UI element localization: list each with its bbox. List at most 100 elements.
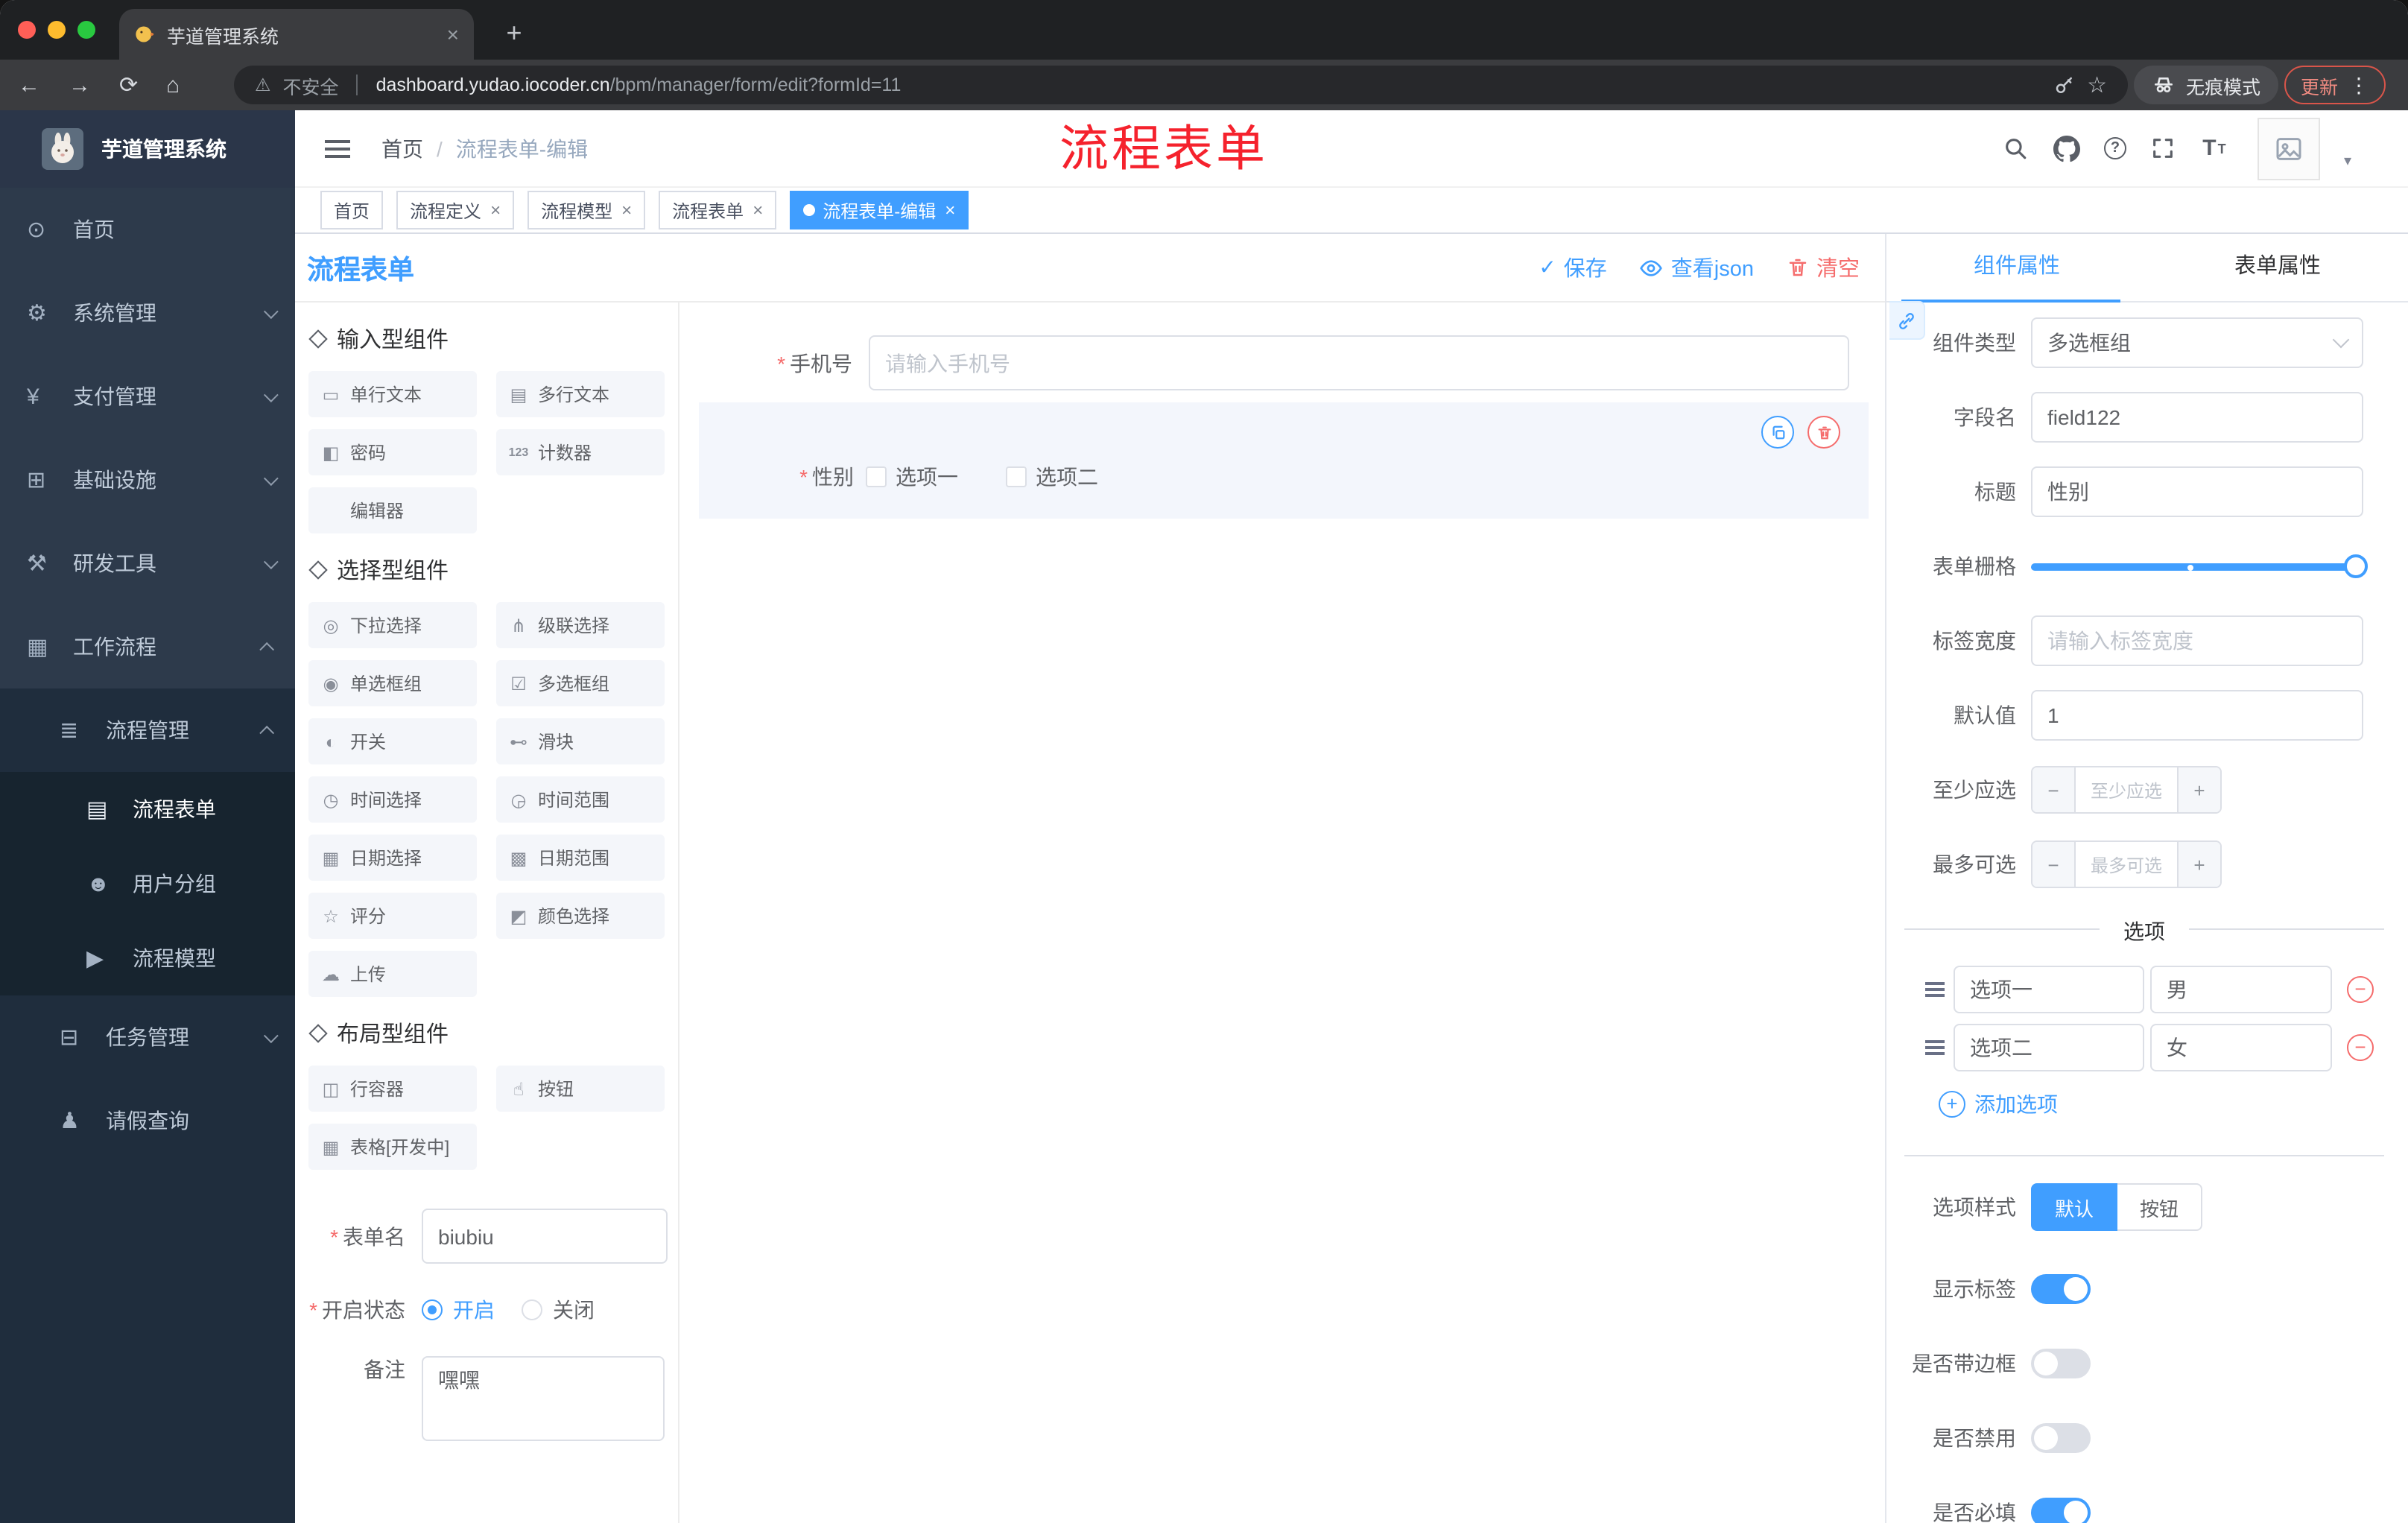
- tag-home[interactable]: 首页: [320, 191, 384, 229]
- title-input[interactable]: [2031, 466, 2363, 517]
- palette-item-slider[interactable]: ⊷ 滑块: [496, 718, 665, 764]
- password-key-icon[interactable]: [2053, 74, 2075, 96]
- decrease-button[interactable]: −: [2032, 842, 2076, 887]
- drag-handle-icon[interactable]: [1922, 988, 1946, 991]
- menu-kebab-icon[interactable]: ⋮: [2348, 72, 2369, 98]
- status-on-label[interactable]: 开启: [453, 1295, 495, 1325]
- component-type-select[interactable]: 多选框组: [2031, 317, 2363, 368]
- show-label-switch[interactable]: [2031, 1274, 2091, 1304]
- sidebar-item-process-model[interactable]: ▶ 流程模型: [0, 921, 295, 995]
- palette-item-password[interactable]: ◧ 密码: [308, 429, 477, 475]
- fullscreen-icon[interactable]: [2150, 135, 2177, 162]
- bookmark-star-icon[interactable]: ☆: [2087, 72, 2107, 98]
- help-icon[interactable]: ?: [2103, 137, 2126, 159]
- gender-option-2[interactable]: 选项二: [1006, 462, 1098, 492]
- sidebar-item-leave-query[interactable]: ♟ 请假查询: [0, 1079, 295, 1162]
- remove-option-icon[interactable]: −: [2347, 1034, 2374, 1061]
- github-icon[interactable]: [2053, 135, 2080, 162]
- tab-form-props[interactable]: 表单属性: [2147, 234, 2408, 301]
- label-width-input[interactable]: [2031, 615, 2363, 666]
- reload-icon[interactable]: ⟳: [119, 72, 138, 98]
- disabled-switch[interactable]: [2031, 1423, 2091, 1453]
- border-switch[interactable]: [2031, 1349, 2091, 1378]
- sidebar-item-system[interactable]: ⚙ 系统管理: [0, 271, 295, 355]
- app-logo[interactable]: 芋道管理系统: [0, 110, 295, 188]
- option-label-input[interactable]: [1954, 1024, 2144, 1071]
- close-icon[interactable]: ×: [621, 200, 632, 221]
- sidebar-item-process-mgmt[interactable]: ≣ 流程管理: [0, 688, 295, 772]
- browser-tab[interactable]: 芋道管理系统 ×: [119, 9, 474, 60]
- palette-item-cascader[interactable]: ⋔ 级联选择: [496, 602, 665, 648]
- palette-item-time-picker[interactable]: ◷ 时间选择: [308, 776, 477, 823]
- sidebar-item-process-form[interactable]: ▤ 流程表单: [0, 772, 295, 846]
- form-remark-textarea[interactable]: 嘿嘿: [422, 1356, 665, 1441]
- tag-process-form[interactable]: 流程表单 ×: [659, 191, 777, 229]
- zoom-window-button[interactable]: [77, 21, 95, 39]
- max-select-input[interactable]: [2076, 842, 2177, 887]
- view-json-button[interactable]: 查看json: [1640, 252, 1754, 283]
- sidebar-item-workflow[interactable]: ▦ 工作流程: [0, 605, 295, 688]
- sidebar-item-infrastructure[interactable]: ⊞ 基础设施: [0, 438, 295, 522]
- palette-item-date-picker[interactable]: ▦ 日期选择: [308, 835, 477, 881]
- form-name-input[interactable]: [422, 1209, 668, 1264]
- close-icon[interactable]: ×: [490, 200, 501, 221]
- palette-item-upload[interactable]: ☁ 上传: [308, 951, 477, 997]
- copy-field-button[interactable]: [1761, 416, 1794, 449]
- checkbox-icon[interactable]: [1006, 466, 1027, 487]
- avatar[interactable]: [2257, 117, 2320, 180]
- sidebar-item-home[interactable]: ⊙ 首页: [0, 188, 295, 271]
- palette-item-table[interactable]: ▦ 表格[开发中]: [308, 1124, 477, 1170]
- close-icon[interactable]: ×: [752, 200, 763, 221]
- forward-icon[interactable]: →: [69, 72, 91, 98]
- decrease-button[interactable]: −: [2032, 767, 2076, 812]
- palette-item-color-picker[interactable]: ◩ 颜色选择: [496, 893, 665, 939]
- min-select-input[interactable]: [2076, 767, 2177, 812]
- tag-process-model[interactable]: 流程模型 ×: [527, 191, 646, 229]
- browser-update-button[interactable]: 更新 ⋮: [2284, 66, 2386, 104]
- palette-item-date-range[interactable]: ▩ 日期范围: [496, 835, 665, 881]
- sidebar-item-devtools[interactable]: ⚒ 研发工具: [0, 522, 295, 605]
- option-label-input[interactable]: [1954, 966, 2144, 1013]
- breadcrumb-home[interactable]: 首页: [381, 133, 423, 163]
- option-value-input[interactable]: [2150, 966, 2332, 1013]
- option-value-input[interactable]: [2150, 1024, 2332, 1071]
- add-option-button[interactable]: + 添加选项: [1939, 1089, 2384, 1119]
- form-canvas[interactable]: *手机号 *性别 选项一 选项二: [679, 303, 1885, 1523]
- palette-item-rate[interactable]: ☆ 评分: [308, 893, 477, 939]
- increase-button[interactable]: +: [2177, 842, 2220, 887]
- style-default-button[interactable]: 默认: [2031, 1183, 2118, 1231]
- slider-handle[interactable]: [2344, 554, 2368, 578]
- close-icon[interactable]: ×: [945, 200, 955, 221]
- delete-field-button[interactable]: [1807, 416, 1840, 449]
- search-icon[interactable]: [2003, 135, 2030, 162]
- palette-item-textarea[interactable]: ▤ 多行文本: [496, 371, 665, 417]
- palette-item-button[interactable]: ☝ 按钮: [496, 1066, 665, 1112]
- status-off-radio[interactable]: [522, 1299, 542, 1320]
- remove-option-icon[interactable]: −: [2347, 976, 2374, 1003]
- sidebar-item-task-mgmt[interactable]: ⊟ 任务管理: [0, 995, 295, 1079]
- collapse-handle[interactable]: [1889, 301, 1925, 340]
- save-button[interactable]: ✓ 保存: [1539, 252, 1606, 283]
- phone-input[interactable]: [869, 335, 1849, 390]
- back-icon[interactable]: ←: [18, 72, 40, 98]
- palette-item-switch[interactable]: ◐ 开关: [308, 718, 477, 764]
- sidebar-item-user-group[interactable]: ☻ 用户分组: [0, 846, 295, 921]
- status-off-label[interactable]: 关闭: [553, 1295, 595, 1325]
- sidebar-toggle-button[interactable]: [319, 130, 355, 166]
- minimize-window-button[interactable]: [48, 21, 66, 39]
- tab-component-props[interactable]: 组件属性: [1886, 234, 2147, 303]
- palette-item-time-range[interactable]: ◶ 时间范围: [496, 776, 665, 823]
- tag-process-form-edit[interactable]: 流程表单-编辑 ×: [790, 191, 969, 229]
- home-icon[interactable]: ⌂: [166, 72, 180, 98]
- status-on-radio[interactable]: [422, 1299, 443, 1320]
- sidebar-item-payment[interactable]: ¥ 支付管理: [0, 355, 295, 438]
- avatar-caret-icon[interactable]: ▾: [2344, 153, 2351, 170]
- style-button-button[interactable]: 按钮: [2117, 1183, 2203, 1231]
- address-bar[interactable]: ⚠ 不安全 dashboard.yudao.iocoder.cn/bpm/man…: [234, 66, 2128, 104]
- gender-option-1[interactable]: 选项一: [866, 462, 958, 492]
- palette-item-select[interactable]: ◎ 下拉选择: [308, 602, 477, 648]
- close-tab-icon[interactable]: ×: [447, 22, 459, 46]
- clear-button[interactable]: 清空: [1787, 252, 1860, 283]
- font-size-icon[interactable]: TT: [2201, 135, 2228, 162]
- selected-field-gender[interactable]: * 性别 选项一 选项二: [699, 402, 1869, 519]
